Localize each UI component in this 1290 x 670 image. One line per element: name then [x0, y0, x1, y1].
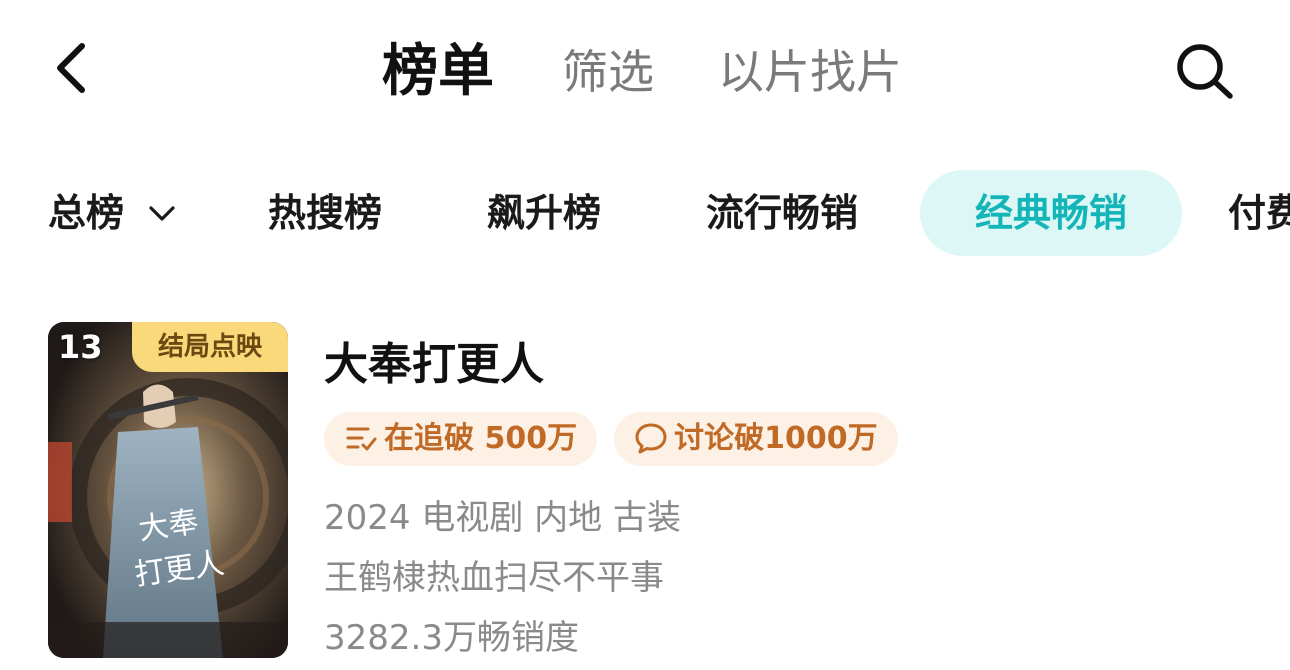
cover-image[interactable]: 大奉 打更人 13 结局点映: [48, 322, 288, 658]
item-sales: 3282.3万畅销度: [324, 618, 579, 658]
rank-number: 13: [58, 328, 103, 366]
follow-count-tag: 在追破 500万: [324, 412, 598, 466]
tab-filter[interactable]: 筛选: [562, 38, 654, 106]
chevron-left-icon: [57, 43, 85, 93]
item-description: 王鹤棣热血扫尽不平事: [324, 558, 664, 598]
search-button[interactable]: [1172, 40, 1238, 102]
chat-bubble-icon: [635, 423, 667, 453]
category-tab-hot-search[interactable]: 热搜榜: [268, 170, 382, 256]
tab-find-by-film[interactable]: 以片找片: [718, 38, 902, 106]
search-icon: [1177, 44, 1233, 99]
category-label: 总榜: [48, 191, 125, 235]
category-tab-paid[interactable]: 付费: [1228, 170, 1290, 256]
tag-row: 在追破 500万 讨论破1000万: [324, 412, 910, 466]
list-check-icon: [346, 427, 377, 450]
poster-artwork: 大奉 打更人: [48, 322, 288, 658]
item-meta: 2024 电视剧 内地 古装: [324, 498, 681, 538]
tab-rankings[interactable]: 榜单: [382, 38, 494, 106]
follow-count-label: 在追破 500万: [384, 421, 578, 456]
discussion-count-label: 讨论破1000万: [674, 421, 878, 456]
top-nav-bar: 榜单 筛选 以片找片: [0, 0, 1290, 140]
category-tab-total[interactable]: 总榜: [48, 170, 175, 256]
category-tabs: 总榜 热搜榜 飙升榜 流行畅销 经典畅销 付费: [0, 170, 1290, 256]
chevron-down-icon: [149, 206, 175, 221]
category-tab-rising[interactable]: 飙升榜: [487, 170, 601, 256]
category-tab-popular-bestseller[interactable]: 流行畅销: [706, 170, 858, 256]
status-badge: 结局点映: [132, 322, 288, 372]
ranking-list-item[interactable]: 大奉 打更人 13 结局点映 大奉打更人 在追破 500万 讨论破1000万 2…: [0, 322, 1290, 662]
item-title: 大奉打更人: [324, 339, 544, 390]
category-tab-classic-bestseller[interactable]: 经典畅销: [920, 170, 1182, 256]
back-button[interactable]: [50, 38, 94, 98]
discussion-count-tag: 讨论破1000万: [614, 412, 898, 466]
